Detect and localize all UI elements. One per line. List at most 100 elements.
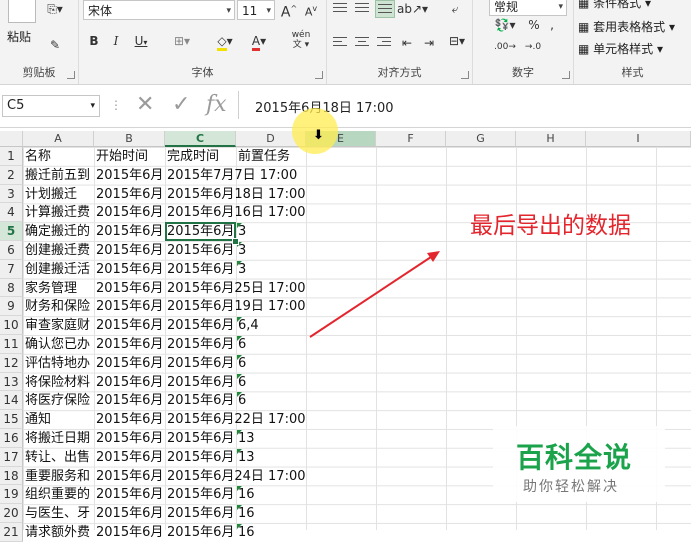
align-bottom-icon[interactable]	[375, 0, 395, 18]
table-cell[interactable]: 将保险材料	[25, 373, 94, 392]
format-as-table-button[interactable]: ▦ 套用表格格式 ▾	[578, 18, 675, 35]
align-top-icon[interactable]	[331, 0, 349, 16]
align-middle-icon[interactable]	[353, 0, 371, 16]
table-cell[interactable]: 16	[238, 523, 306, 542]
table-cell[interactable]: 将医疗保险	[25, 391, 94, 410]
table-cell[interactable]: 确定搬迁的	[25, 222, 94, 241]
row-header[interactable]: 11	[0, 335, 23, 354]
row-header[interactable]: 16	[0, 429, 23, 448]
table-cell[interactable]: 2015年6月	[96, 260, 165, 279]
table-cell[interactable]: 2015年6月	[167, 373, 236, 392]
orientation-icon[interactable]: ab↗▾	[397, 0, 428, 18]
row-header[interactable]: 4	[0, 203, 23, 223]
font-launcher-icon[interactable]	[315, 71, 323, 79]
table-cell[interactable]: 6	[238, 373, 306, 392]
font-size-select[interactable]: 11 ▾	[237, 0, 275, 20]
table-cell[interactable]: 通知	[25, 410, 94, 429]
table-cell[interactable]: 2015年6月	[96, 222, 165, 241]
alignment-launcher-icon[interactable]	[461, 71, 469, 79]
row-header[interactable]: 21	[0, 523, 23, 542]
name-box[interactable]: C5 ▾	[2, 95, 100, 117]
table-cell[interactable]: 2015年6月	[167, 504, 236, 523]
number-launcher-icon[interactable]	[562, 71, 570, 79]
table-cell[interactable]: 2015年6月	[96, 448, 165, 467]
fill-color-button[interactable]: ◇▾	[211, 32, 239, 51]
row-header[interactable]: 2	[0, 165, 23, 185]
merge-cells-icon[interactable]: ⊟▾	[445, 32, 469, 50]
table-cell[interactable]: 3	[238, 222, 306, 241]
table-cell[interactable]: 2015年6月	[96, 335, 165, 354]
align-left-icon[interactable]	[331, 34, 349, 50]
row-header[interactable]: 12	[0, 353, 23, 373]
table-cell[interactable]: 2015年6月	[96, 410, 165, 429]
table-cell[interactable]: 3	[238, 260, 306, 279]
table-cell[interactable]: 审查家庭财	[25, 316, 94, 335]
align-right-icon[interactable]	[375, 34, 393, 50]
active-cell-c5[interactable]	[165, 222, 236, 241]
table-cell[interactable]: 2015年6月	[167, 260, 236, 279]
table-cell[interactable]: 6	[238, 354, 306, 373]
table-cell[interactable]: 13	[238, 448, 306, 467]
table-cell[interactable]: 6,4	[238, 316, 306, 335]
row-header[interactable]: 9	[0, 297, 23, 317]
table-cell[interactable]: 创建搬迁费	[25, 241, 94, 260]
table-cell[interactable]: 转让、出售	[25, 448, 94, 467]
row-header[interactable]: 17	[0, 447, 23, 467]
table-cell[interactable]: 计划搬迁	[25, 185, 94, 204]
table-cell[interactable]: 2015年6月	[167, 391, 236, 410]
align-center-icon[interactable]	[353, 34, 371, 50]
table-cell[interactable]: 计算搬迁费	[25, 203, 94, 222]
column-header-f[interactable]: F	[376, 131, 446, 147]
table-cell[interactable]: 财务和保险	[25, 297, 94, 316]
number-format-select[interactable]: 常规 ▾	[489, 0, 567, 16]
table-cell[interactable]: 2015年6月18日 17:00	[167, 185, 306, 204]
table-cell[interactable]: 2015年6月	[167, 316, 236, 335]
table-cell[interactable]: 将搬迁日期	[25, 429, 94, 448]
table-cell[interactable]: 2015年6月	[96, 523, 165, 542]
table-cell[interactable]: 16	[238, 485, 306, 504]
table-cell[interactable]: 2015年6月	[167, 241, 236, 260]
wrap-text-icon[interactable]: ⤶	[445, 0, 465, 18]
table-cell[interactable]: 评估特地办	[25, 354, 94, 373]
currency-icon[interactable]: 💱▾	[493, 16, 517, 34]
table-cell[interactable]: 6	[238, 335, 306, 354]
table-cell[interactable]: 前置任务	[238, 147, 306, 166]
table-cell[interactable]: 重要服务和	[25, 467, 94, 486]
table-cell[interactable]: 组织重要的	[25, 485, 94, 504]
percent-button[interactable]: %	[527, 16, 541, 34]
row-header[interactable]: 15	[0, 410, 23, 429]
table-cell[interactable]: 2015年6月	[96, 185, 165, 204]
table-cell[interactable]: 2015年6月	[96, 467, 165, 486]
clipboard-launcher-icon[interactable]	[67, 71, 75, 79]
row-header[interactable]: 3	[0, 184, 23, 204]
paste-icon[interactable]	[8, 0, 36, 23]
table-cell[interactable]: 6	[238, 391, 306, 410]
fill-handle[interactable]	[232, 238, 239, 245]
enter-icon[interactable]: ✓	[172, 92, 190, 117]
grow-font-button[interactable]: A^	[279, 0, 299, 22]
column-header-c[interactable]: C	[165, 131, 236, 147]
row-header[interactable]: 20	[0, 504, 23, 523]
bold-button[interactable]: B	[87, 32, 101, 50]
row-header[interactable]: 5	[0, 222, 23, 241]
table-cell[interactable]: 家务管理	[25, 279, 94, 298]
table-cell[interactable]: 2015年6月	[167, 448, 236, 467]
conditional-format-button[interactable]: ▦ 条件格式 ▾	[578, 0, 651, 11]
select-all-corner[interactable]	[0, 131, 23, 147]
table-cell[interactable]: 2015年6月	[96, 297, 165, 316]
table-cell[interactable]: 2015年6月	[167, 354, 236, 373]
table-cell[interactable]: 2015年7月7日 17:00	[167, 166, 297, 185]
row-header[interactable]: 6	[0, 241, 23, 260]
table-cell[interactable]: 2015年6月	[167, 429, 236, 448]
font-name-select[interactable]: 宋体 ▾	[83, 0, 235, 20]
column-header-i[interactable]: I	[586, 131, 691, 147]
increase-decimal-icon[interactable]: .00→	[493, 38, 517, 56]
shrink-font-button[interactable]: Av	[301, 0, 321, 22]
cell-styles-button[interactable]: ▦ 单元格样式 ▾	[578, 40, 663, 57]
italic-button[interactable]: I	[109, 32, 123, 50]
increase-indent-icon[interactable]: ⇥	[419, 34, 439, 52]
table-cell[interactable]: 2015年6月	[96, 373, 165, 392]
table-cell[interactable]: 3	[238, 241, 306, 260]
table-cell[interactable]: 2015年6月	[167, 485, 236, 504]
table-cell[interactable]: 请求额外费	[25, 523, 94, 542]
